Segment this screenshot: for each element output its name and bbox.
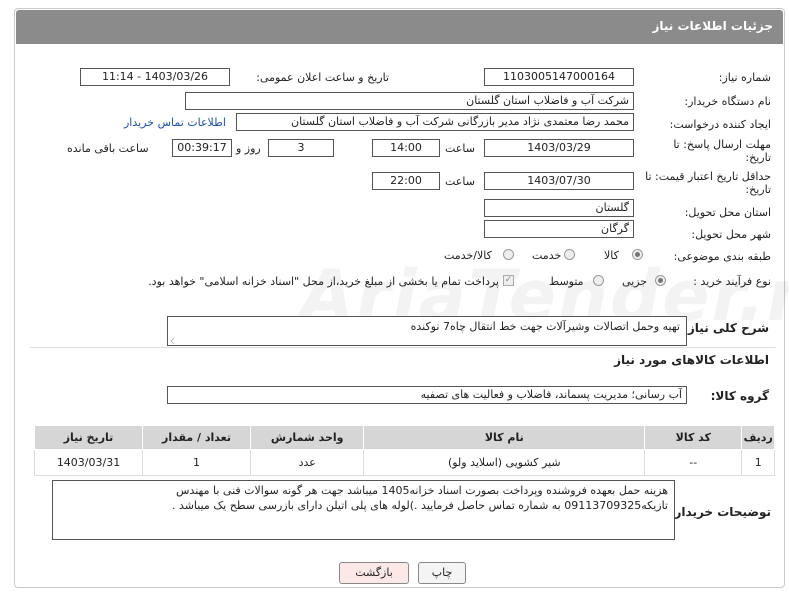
buyer-contact-link[interactable]: اطلاعات تماس خریدار [124, 116, 226, 129]
category-radio-service[interactable] [564, 249, 575, 260]
category-radio-both[interactable] [503, 249, 514, 260]
header-item-name: نام کالا [363, 425, 646, 450]
header-row-number: ردیف [741, 425, 775, 450]
category-option-service: خدمت [532, 249, 562, 262]
cell-need-date: 1403/03/31 [33, 449, 144, 476]
city-label: شهر محل تحویل: [691, 228, 771, 241]
category-radio-goods[interactable] [632, 249, 643, 260]
price-time-label: ساعت [445, 175, 475, 188]
buyer-notes-line-2: تازیکه09113709325 به شماره تماس حاصل فرم… [171, 499, 668, 512]
price-time-field: 22:00 [372, 172, 440, 190]
buyer-org-field: شرکت آب و فاضلاب استان گلستان [185, 92, 634, 110]
cell-item-code: -- [644, 449, 743, 476]
cell-quantity: 1 [142, 449, 252, 476]
panel-title: جزئیات اطلاعات نیاز [652, 19, 773, 33]
cell-unit: عدد [250, 449, 365, 476]
province-field: گلستان [484, 199, 634, 217]
process-radio-medium[interactable] [593, 275, 604, 286]
city-field: گرگان [484, 220, 634, 238]
print-button[interactable]: چاپ [418, 562, 466, 584]
items-table: ردیف کد کالا نام کالا واحد شمارش تعداد /… [33, 425, 775, 476]
table-row: 1 -- شیر کشویی (اسلاید ولو) عدد 1 1403/0… [33, 449, 775, 476]
reply-deadline-label-2: تاریخ: [745, 151, 771, 164]
remaining-time-field: 00:39:17 [172, 139, 232, 157]
reply-time-label: ساعت [445, 142, 475, 155]
reply-deadline-label: مهلت ارسال پاسخ: تا [673, 138, 771, 151]
days-label: روز و [236, 142, 261, 155]
header-quantity: تعداد / مقدار [142, 425, 252, 450]
goods-section-title: اطلاعات کالاهای مورد نیاز [614, 353, 769, 367]
requester-field: محمد رضا معتمدی نژاد مدیر بازرگانی شرکت … [236, 113, 634, 131]
description-label: شرح کلی نیاز: [683, 321, 769, 335]
category-option-both: کالا/خدمت [444, 249, 492, 262]
panel-header: جزئیات اطلاعات نیاز [16, 10, 783, 44]
payment-note: پرداخت تمام یا بخشی از مبلغ خرید،از محل … [148, 275, 499, 288]
need-number-field: 1103005147000164 [484, 68, 634, 86]
payment-checkbox[interactable]: ✓ [503, 275, 514, 286]
process-label: نوع فرآیند خرید : [693, 275, 771, 288]
goods-group-field: آب رسانی؛ مدیریت پسماند، فاضلاب و فعالیت… [167, 386, 687, 404]
description-field: تهیه وحمل اتصالات وشیرآلات جهت خط انتقال… [167, 316, 687, 346]
process-radio-minor[interactable] [655, 275, 666, 286]
category-label: طبقه بندی موضوعی: [673, 250, 771, 263]
header-item-code: کد کالا [644, 425, 743, 450]
announce-label: تاریخ و ساعت اعلان عمومی: [256, 71, 389, 84]
table-header-row: ردیف کد کالا نام کالا واحد شمارش تعداد /… [33, 425, 775, 450]
section-divider [30, 347, 775, 348]
buyer-notes-line-1: هزینه حمل بعهده فروشنده وپرداخت بصورت اس… [176, 484, 668, 497]
need-number-label: شماره نیاز: [718, 71, 771, 84]
header-need-date: تاریخ نیاز [33, 425, 144, 450]
goods-group-label: گروه کالا: [710, 389, 769, 403]
requester-label: ایجاد کننده درخواست: [669, 118, 771, 131]
price-validity-label-2: تاریخ: [745, 183, 771, 196]
cell-row-number: 1 [741, 449, 775, 476]
price-validity-label: حداقل تاریخ اعتبار قیمت: تا [645, 170, 771, 183]
reply-time-field: 14:00 [372, 139, 440, 157]
process-option-minor: جزیی [622, 275, 648, 288]
buyer-org-label: نام دستگاه خریدار: [684, 95, 771, 108]
days-field: 3 [268, 139, 334, 157]
category-option-goods: کالا [604, 249, 619, 262]
cell-item-name: شیر کشویی (اسلاید ولو) [363, 449, 646, 476]
announce-field: 1403/03/26 - 11:14 [80, 68, 230, 86]
buyer-notes-label: توضیحات خریدار: [669, 505, 771, 519]
remaining-label: ساعت باقی مانده [67, 142, 149, 155]
process-option-medium: متوسط [549, 275, 584, 288]
description-text: تهیه وحمل اتصالات وشیرآلات جهت خط انتقال… [410, 320, 680, 333]
reply-date-field: 1403/03/29 [484, 139, 634, 157]
buyer-notes-field: هزینه حمل بعهده فروشنده وپرداخت بصورت اس… [52, 480, 675, 540]
back-button[interactable]: بازگشت [339, 562, 409, 584]
price-date-field: 1403/07/30 [484, 172, 634, 190]
province-label: استان محل تحویل: [684, 206, 771, 219]
header-unit: واحد شمارش [250, 425, 365, 450]
